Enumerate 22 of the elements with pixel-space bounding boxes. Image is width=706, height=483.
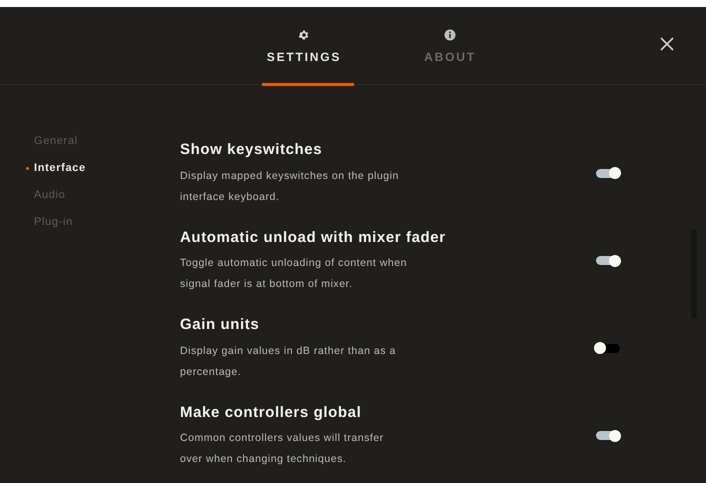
tab[interactable]: SETTINGS [249,7,359,85]
info-icon [444,29,456,41]
setting-description: Display gain values in dB rather than as a percentage. [180,344,397,380]
toggle-switch[interactable] [596,431,620,440]
setting-title: Automatic unload with mixer fader [180,228,447,248]
setting-description: Toggle automatic unloading of content when signal fader is at bottom of mixer. [180,256,408,292]
toggle-switch[interactable] [596,168,620,178]
sidebar-item[interactable]: General [26,134,180,149]
setting-description: Common controllers values will transfer over when changing techniques. [180,431,385,467]
sidebar-item[interactable]: Interface [26,161,180,176]
setting-title: Gain units [180,315,260,335]
close-button[interactable] [658,35,676,53]
toggle-switch[interactable] [596,344,620,353]
setting-description: Display mapped keyswitches on the plugin interface keyboard. [180,168,400,204]
sidebar-item[interactable]: Audio [26,188,180,203]
setting-title: Show keyswitches [180,140,324,160]
setting-title: Make controllers global [180,402,362,422]
settings-icon [298,29,310,41]
toggle-switch[interactable] [596,256,620,266]
tab[interactable]: ABOUT [395,7,505,85]
sidebar-item[interactable]: Plug-in [26,215,180,230]
close-icon [660,37,674,51]
